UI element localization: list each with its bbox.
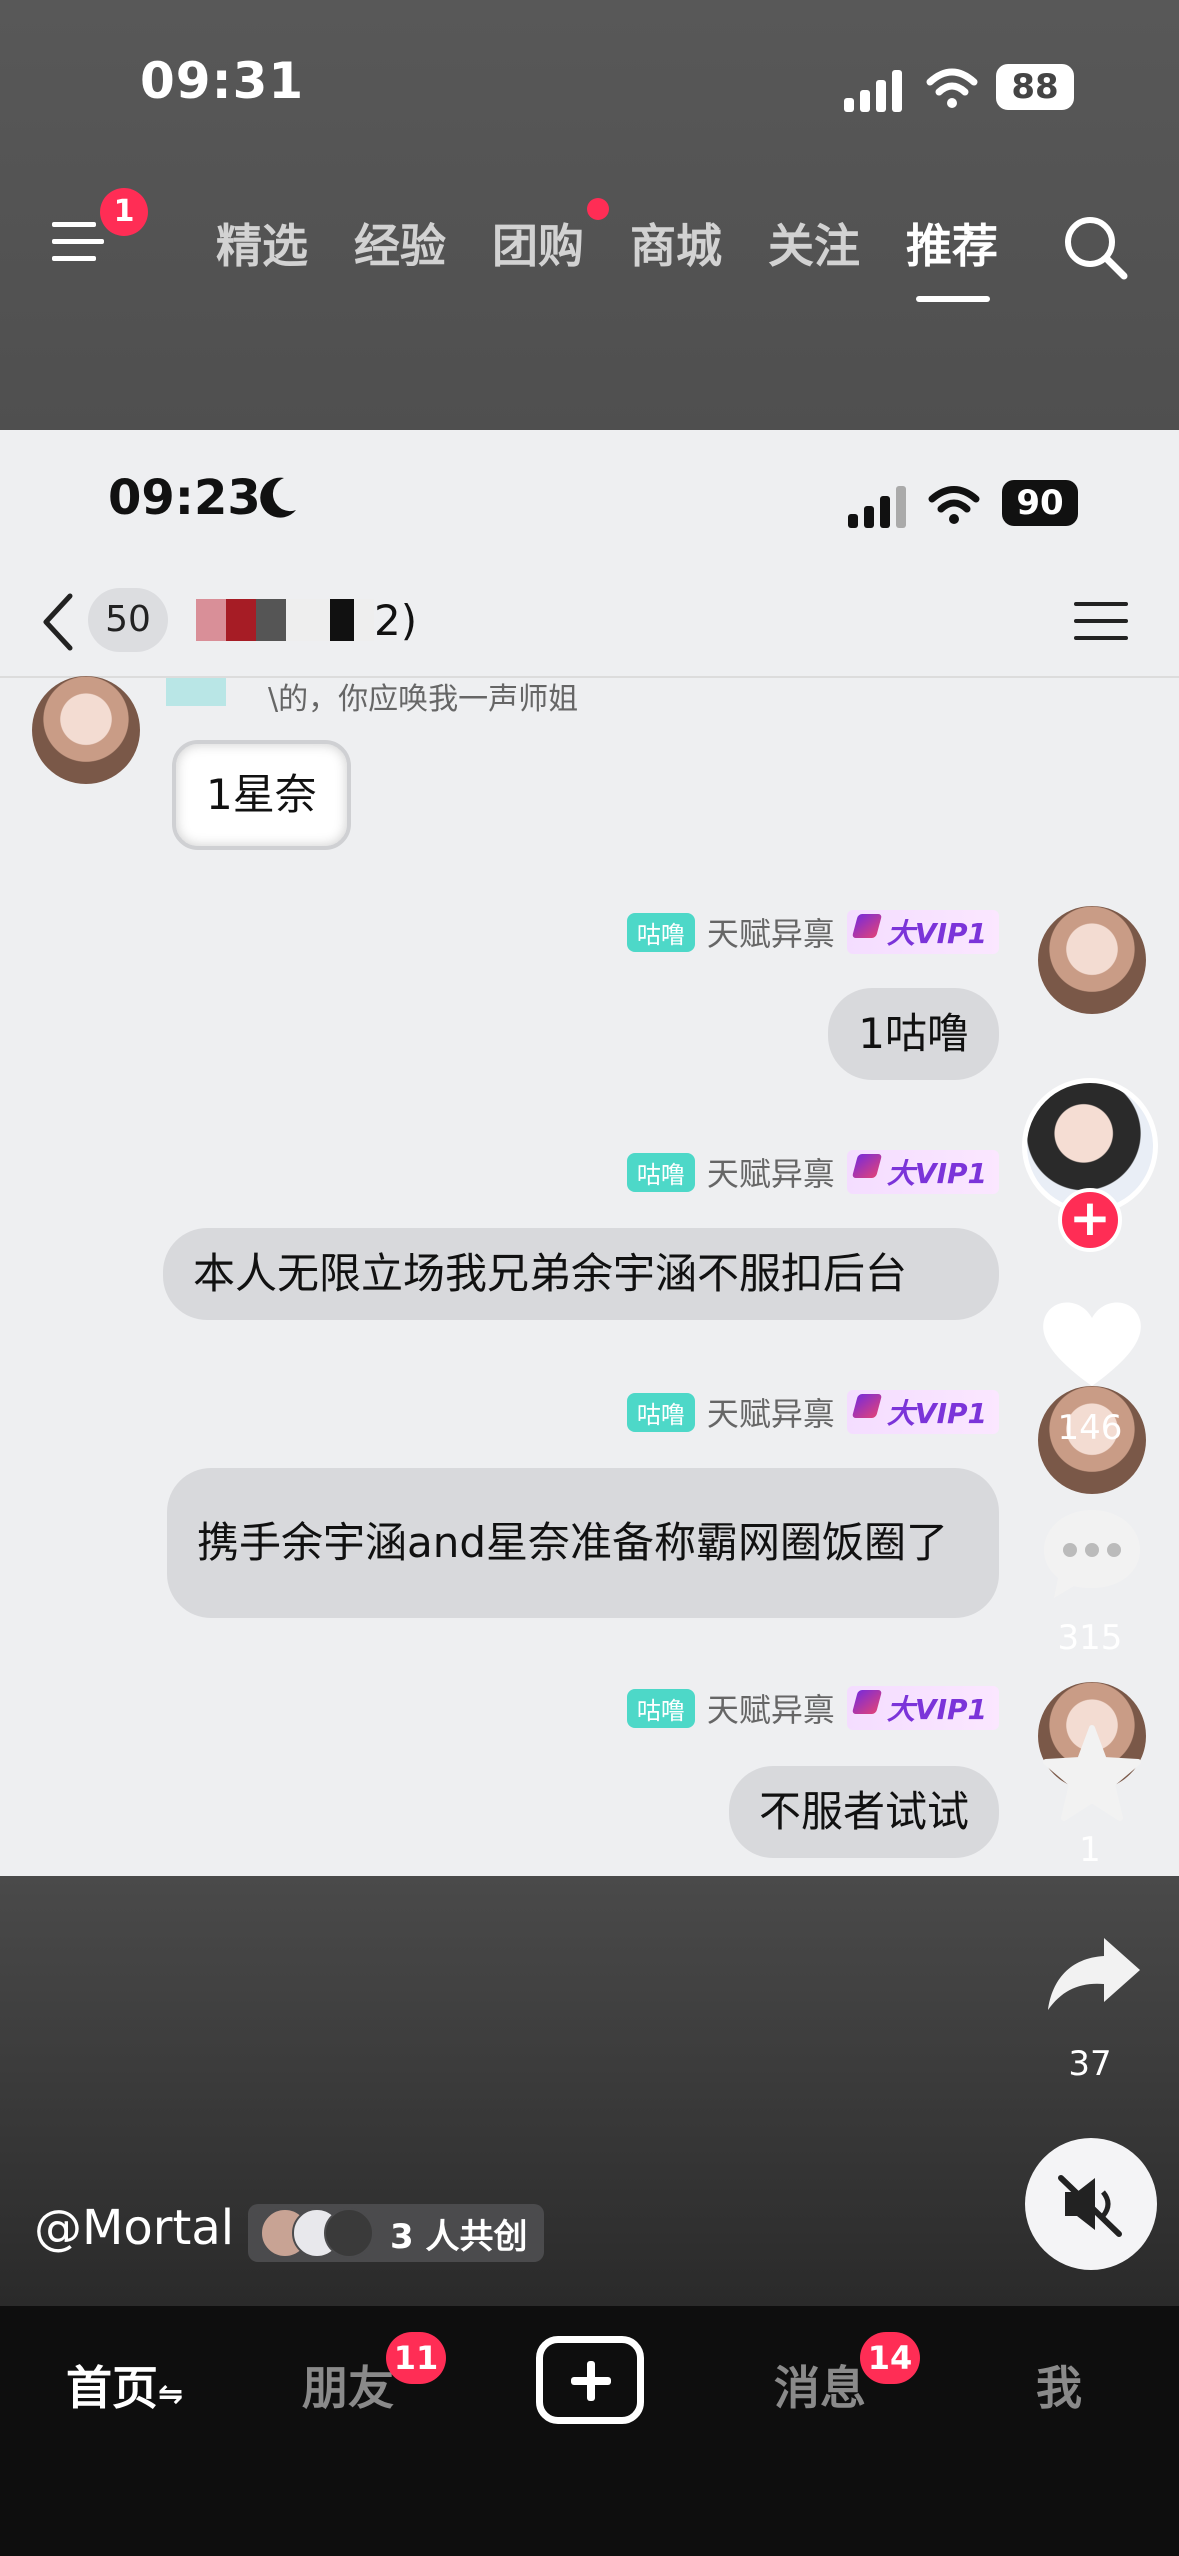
vip-badge: 大VIP1: [846, 1390, 999, 1434]
battery-indicator: 88: [996, 64, 1074, 110]
co-creator-avatar: [324, 2208, 374, 2258]
comment-count: 315: [1057, 1618, 1123, 1658]
share-arrow-icon[interactable]: [1046, 1934, 1142, 2014]
menu-notification-badge: 1: [100, 188, 148, 236]
sender-name: 天赋异禀: [706, 1155, 835, 1193]
active-tab-indicator: [916, 296, 990, 302]
bottom-tab-messages[interactable]: 消息: [774, 2352, 866, 2418]
cocreate-avatars: [260, 2208, 374, 2258]
cellular-signal-icon: [844, 70, 902, 112]
home-label: 首页: [66, 2361, 158, 2415]
bottom-tab-friends[interactable]: 朋友: [302, 2352, 394, 2418]
quoted-message-text: \的，你应唤我一声师姐: [268, 682, 579, 717]
favorite-count: 1: [1079, 1830, 1101, 1870]
create-post-button[interactable]: [536, 2336, 644, 2424]
status-time: 09:31: [140, 52, 305, 110]
sender-meta: 咕噜 天赋异禀 大VIP1: [626, 1150, 999, 1194]
sender-avatar[interactable]: [32, 676, 140, 784]
tab-guanzhu[interactable]: 关注: [768, 210, 860, 276]
cocreate-chip[interactable]: 3 人共创: [248, 2204, 544, 2262]
tab-shangcheng[interactable]: 商城: [630, 210, 722, 276]
message-bubble[interactable]: 本人无限立场我兄弟余宇涵不服扣后台: [163, 1228, 999, 1320]
follow-plus-button[interactable]: +: [1058, 1188, 1122, 1252]
heart-icon[interactable]: [1040, 1296, 1144, 1392]
vip-badge: 大VIP1: [846, 1686, 999, 1730]
vip-badge: 大VIP1: [846, 910, 999, 954]
tab-tuangou[interactable]: 团购: [492, 210, 584, 276]
sender-avatar[interactable]: [1038, 906, 1146, 1014]
video-content-screenshot[interactable]: 09:23 90 50 2) \的，你应唤我一声师姐 1星奈 咕噜 天赋异禀 大…: [0, 430, 1179, 1876]
author-handle[interactable]: @Mortal: [34, 2200, 234, 2256]
message-bubble[interactable]: 1咕噜: [828, 988, 999, 1080]
tab-jingxuan[interactable]: 精选: [216, 210, 308, 276]
sender-meta: 咕噜 天赋异禀 大VIP1: [626, 1390, 999, 1434]
inner-wifi-icon: [928, 486, 980, 524]
group-title-suffix: 2): [374, 595, 418, 645]
vip-badge: 大VIP1: [846, 1150, 999, 1194]
inner-battery-indicator: 90: [1002, 480, 1078, 526]
like-count: 146: [1057, 1408, 1123, 1448]
moon-icon: [260, 477, 296, 518]
sender-meta: 咕噜 天赋异禀 大VIP1: [626, 910, 999, 954]
messages-badge: 14: [860, 2332, 920, 2384]
switch-arrows-icon: ⇋: [158, 2377, 184, 2412]
bottom-tab-me[interactable]: 我: [1036, 2352, 1082, 2418]
level-badge: 咕噜: [626, 1688, 695, 1728]
plus-icon: [571, 2361, 611, 2401]
inner-status-time: 09:23: [108, 470, 261, 526]
tuangou-red-dot: [587, 198, 609, 220]
sender-meta: 咕噜 天赋异禀 大VIP1: [626, 1686, 999, 1730]
level-badge: 咕噜: [626, 1392, 695, 1432]
unread-count-pill[interactable]: 50: [88, 588, 168, 652]
search-icon[interactable]: [1060, 212, 1130, 282]
level-badge: 咕噜: [626, 912, 695, 952]
speaker-muted-icon: [1058, 2175, 1122, 2237]
wifi-icon: [926, 68, 978, 108]
comment-icon[interactable]: [1040, 1506, 1144, 1600]
sender-name: 天赋异禀: [706, 915, 835, 953]
chat-menu-icon[interactable]: [1074, 598, 1128, 644]
cocreate-label: 3 人共创: [390, 2216, 528, 2257]
mute-button[interactable]: [1025, 2138, 1157, 2270]
star-icon[interactable]: [1040, 1724, 1144, 1824]
message-bubble[interactable]: 携手余宇涵and星奈准备称霸网圈饭圈了: [167, 1468, 999, 1618]
sender-name: 天赋异禀: [706, 1691, 835, 1729]
sender-name: 天赋异禀: [706, 1395, 835, 1433]
share-count: 37: [1068, 2044, 1112, 2084]
back-chevron-icon[interactable]: [38, 590, 78, 654]
message-bubble[interactable]: 1星奈: [172, 740, 351, 850]
inner-cellular-signal-icon: [848, 486, 906, 528]
redacted-sender-name: [166, 678, 226, 706]
tab-jingyan[interactable]: 经验: [354, 210, 446, 276]
friends-badge: 11: [386, 2332, 446, 2384]
tab-tuijian[interactable]: 推荐: [906, 210, 998, 276]
message-bubble[interactable]: 不服者试试: [728, 1766, 999, 1858]
group-chat-title[interactable]: 2): [196, 588, 417, 652]
bottom-tab-home[interactable]: 首页⇋: [66, 2352, 183, 2418]
level-badge: 咕噜: [626, 1152, 695, 1192]
